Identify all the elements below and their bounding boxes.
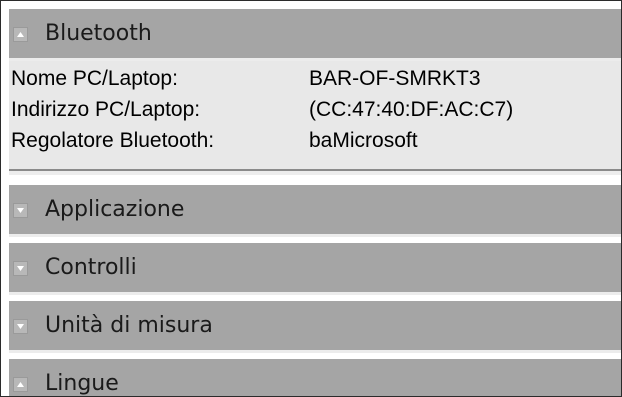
caret-down-icon[interactable] <box>13 203 28 218</box>
pc-name-label: Nome PC/Laptop: <box>11 67 178 90</box>
applicazione-section-header[interactable]: Applicazione <box>9 185 621 237</box>
pc-address-label: Indirizzo PC/Laptop: <box>11 98 201 121</box>
caret-down-icon[interactable] <box>13 319 28 334</box>
controlli-section-title: Controlli <box>45 255 137 280</box>
bluetooth-section-header[interactable]: Bluetooth <box>9 9 621 61</box>
bluetooth-details-panel: Nome PC/Laptop: BAR-OF-SMRKT3 Indirizzo … <box>9 61 621 171</box>
bluetooth-section-title: Bluetooth <box>45 21 152 46</box>
bt-controller-label: Regolatore Bluetooth: <box>11 129 215 152</box>
applicazione-section-title: Applicazione <box>45 197 185 222</box>
controlli-section-header[interactable]: Controlli <box>9 243 621 295</box>
pc-name-value: BAR-OF-SMRKT3 <box>309 67 481 90</box>
separator <box>9 171 621 175</box>
unita-section-header[interactable]: Unità di misura <box>9 301 621 353</box>
unita-section-title: Unità di misura <box>45 313 213 338</box>
lingue-section-header[interactable]: Lingue <box>9 359 621 396</box>
bt-controller-value: baMicrosoft <box>309 129 418 152</box>
caret-up-icon[interactable] <box>13 377 28 392</box>
pc-address-value: (CC:47:40:DF:AC:C7) <box>309 98 514 121</box>
lingue-section-title: Lingue <box>45 371 119 396</box>
caret-up-icon[interactable] <box>13 27 28 42</box>
settings-accordion: Bluetooth Nome PC/Laptop: BAR-OF-SMRKT3 … <box>0 0 622 397</box>
caret-down-icon[interactable] <box>13 261 28 276</box>
